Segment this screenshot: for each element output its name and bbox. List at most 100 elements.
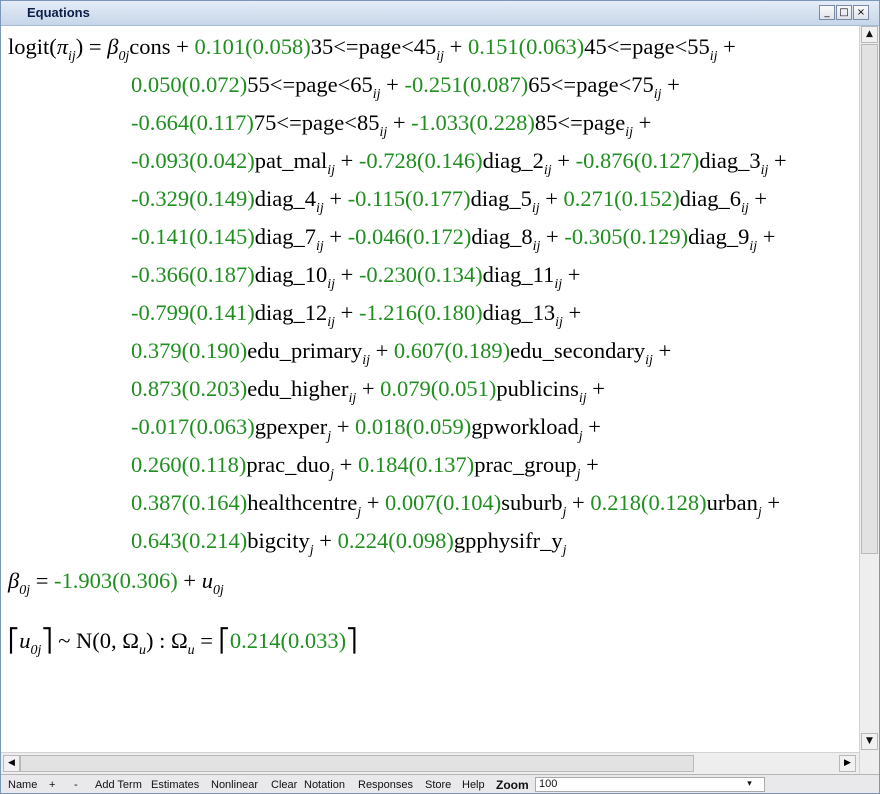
equation-toolbar: Name + - Add Term Estimates Nonlinear Cl… bbox=[1, 774, 879, 793]
subscript: 0j bbox=[118, 48, 130, 64]
store-button[interactable]: Store bbox=[425, 779, 451, 791]
minimize-button[interactable]: _ bbox=[819, 5, 835, 20]
name-button[interactable]: Name bbox=[8, 779, 37, 791]
equations-window: Equations _ □ × logit(πij) = β0jcons + 0… bbox=[0, 0, 880, 794]
equation-line: 0.643(0.214)bigcity j + 0.224(0.098)gpphy… bbox=[131, 528, 566, 557]
estimate-value[interactable]: 0.873(0.203) bbox=[131, 376, 247, 401]
equation-line: logit(πij) = β0jcons + 0.101(0.058)35<=p… bbox=[8, 34, 736, 63]
equation-text: diag_2 bbox=[482, 148, 544, 173]
horizontal-scroll-thumb[interactable] bbox=[20, 755, 694, 772]
equation-text: + bbox=[566, 490, 591, 515]
estimate-value[interactable]: 0.379(0.190) bbox=[131, 338, 247, 363]
estimate-value[interactable]: 0.218(0.128) bbox=[590, 490, 706, 515]
add-term-button[interactable]: Add Term bbox=[95, 779, 142, 791]
scroll-right-icon[interactable]: ▶ bbox=[839, 755, 856, 772]
estimate-value[interactable]: 0.643(0.214) bbox=[131, 528, 247, 553]
estimate-value[interactable]: -1.216(0.180) bbox=[359, 300, 483, 325]
estimate-value[interactable]: -0.329(0.149) bbox=[131, 186, 255, 211]
estimate-value[interactable]: 0.079(0.051) bbox=[380, 376, 496, 401]
equation-text: diag_10 bbox=[254, 262, 328, 287]
scroll-left-icon[interactable]: ◀ bbox=[3, 755, 20, 772]
math-symbol: π bbox=[56, 34, 69, 59]
equation-line: β0j = -1.903(0.306) + u0j bbox=[8, 568, 224, 597]
zoom-label: Zoom bbox=[496, 778, 529, 792]
estimate-value[interactable]: -0.017(0.063) bbox=[131, 414, 255, 439]
estimate-value[interactable]: -0.230(0.134) bbox=[359, 262, 483, 287]
minus-button[interactable]: - bbox=[74, 779, 78, 791]
title-bar[interactable]: Equations _ □ × bbox=[1, 1, 879, 26]
estimates-button[interactable]: Estimates bbox=[151, 779, 199, 791]
help-button[interactable]: Help bbox=[462, 779, 485, 791]
equation-text: diag_12 bbox=[254, 300, 328, 325]
estimate-value[interactable]: -0.251(0.087) bbox=[405, 72, 529, 97]
equation-text: = bbox=[30, 568, 55, 593]
responses-button[interactable]: Responses bbox=[358, 779, 413, 791]
equation-text: + bbox=[586, 376, 605, 401]
clear-button[interactable]: Clear bbox=[271, 779, 297, 791]
nonlinear-button[interactable]: Nonlinear bbox=[211, 779, 258, 791]
equation-line: -0.329(0.149)diag_4ij + -0.115(0.177)dia… bbox=[131, 186, 767, 215]
equation-text: + bbox=[387, 110, 412, 135]
estimate-value[interactable]: -0.366(0.187) bbox=[131, 262, 255, 287]
chevron-down-icon[interactable]: ▾ bbox=[736, 777, 763, 792]
equation-text: + bbox=[334, 452, 358, 477]
equation-text: + bbox=[652, 338, 672, 363]
math-symbol: β bbox=[8, 568, 20, 593]
estimate-value[interactable]: 0.184(0.137) bbox=[358, 452, 474, 477]
equation-text: + bbox=[323, 186, 348, 211]
equation-text: 55<=page<65 bbox=[247, 72, 373, 97]
equation-text: diag_13 bbox=[482, 300, 556, 325]
equation-text: diag_5 bbox=[470, 186, 532, 211]
equation-text: ⎤ bbox=[346, 628, 358, 653]
zoom-select[interactable]: 100 bbox=[535, 777, 765, 792]
equation-text: cons + bbox=[129, 34, 195, 59]
estimate-value[interactable]: 0.007(0.104) bbox=[385, 490, 501, 515]
notation-button[interactable]: Notation bbox=[304, 779, 345, 791]
equation-text: 35<=page<45 bbox=[310, 34, 437, 59]
estimate-value[interactable]: 0.271(0.152) bbox=[564, 186, 680, 211]
estimate-value[interactable]: -0.305(0.129) bbox=[564, 224, 688, 249]
scroll-up-icon[interactable]: ▲ bbox=[861, 26, 878, 43]
window-title: Equations bbox=[27, 5, 90, 20]
estimate-value[interactable]: -1.033(0.228) bbox=[411, 110, 535, 135]
scroll-down-icon[interactable]: ▼ bbox=[861, 733, 878, 750]
estimate-value[interactable]: -1.903(0.306) bbox=[54, 568, 178, 593]
vertical-scrollbar[interactable]: ▲ ▼ bbox=[859, 26, 879, 774]
estimate-value[interactable]: -0.093(0.042) bbox=[131, 148, 255, 173]
estimate-value[interactable]: -0.115(0.177) bbox=[348, 186, 471, 211]
estimate-value[interactable]: 0.607(0.189) bbox=[394, 338, 510, 363]
equation-text: + bbox=[334, 148, 359, 173]
estimate-value[interactable]: 0.224(0.098) bbox=[338, 528, 454, 553]
subscript: ij bbox=[645, 352, 653, 368]
estimate-value[interactable]: 0.151(0.063) bbox=[468, 34, 584, 59]
close-button[interactable]: × bbox=[853, 5, 869, 20]
horizontal-scrollbar[interactable]: ◀ ▶ bbox=[1, 752, 859, 774]
subscript: ij bbox=[709, 48, 718, 64]
equation-text: edu_secondary bbox=[510, 338, 646, 363]
equation-text: + bbox=[540, 224, 565, 249]
estimate-value[interactable]: -0.728(0.146) bbox=[359, 148, 483, 173]
equation-text: + bbox=[539, 186, 564, 211]
equation-text: 65<=page<75 bbox=[528, 72, 654, 97]
estimate-value[interactable]: 0.214(0.033) bbox=[230, 628, 346, 653]
equation-text: + bbox=[562, 300, 582, 325]
subscript: ij bbox=[315, 200, 324, 216]
equation-text: + bbox=[761, 490, 781, 515]
estimate-value[interactable]: -0.876(0.127) bbox=[576, 148, 700, 173]
estimate-value[interactable]: -0.046(0.172) bbox=[348, 224, 472, 249]
subscript: 0j bbox=[30, 642, 42, 658]
estimate-value[interactable]: -0.141(0.145) bbox=[131, 224, 255, 249]
estimate-value[interactable]: -0.664(0.117) bbox=[131, 110, 254, 135]
estimate-value[interactable]: -0.799(0.141) bbox=[131, 300, 255, 325]
vertical-scroll-thumb[interactable] bbox=[861, 44, 878, 554]
equation-text: edu_higher bbox=[247, 376, 349, 401]
equation-text: ⎤ ~ N(0, Ω bbox=[41, 628, 139, 653]
estimate-value[interactable]: 0.387(0.164) bbox=[131, 490, 247, 515]
estimate-value[interactable]: 0.050(0.072) bbox=[131, 72, 247, 97]
plus-button[interactable]: + bbox=[49, 779, 55, 791]
estimate-value[interactable]: 0.101(0.058) bbox=[194, 34, 310, 59]
estimate-value[interactable]: 0.018(0.059) bbox=[355, 414, 471, 439]
equation-text: diag_6 bbox=[679, 186, 742, 211]
maximize-button[interactable]: □ bbox=[836, 5, 852, 20]
estimate-value[interactable]: 0.260(0.118) bbox=[131, 452, 246, 477]
